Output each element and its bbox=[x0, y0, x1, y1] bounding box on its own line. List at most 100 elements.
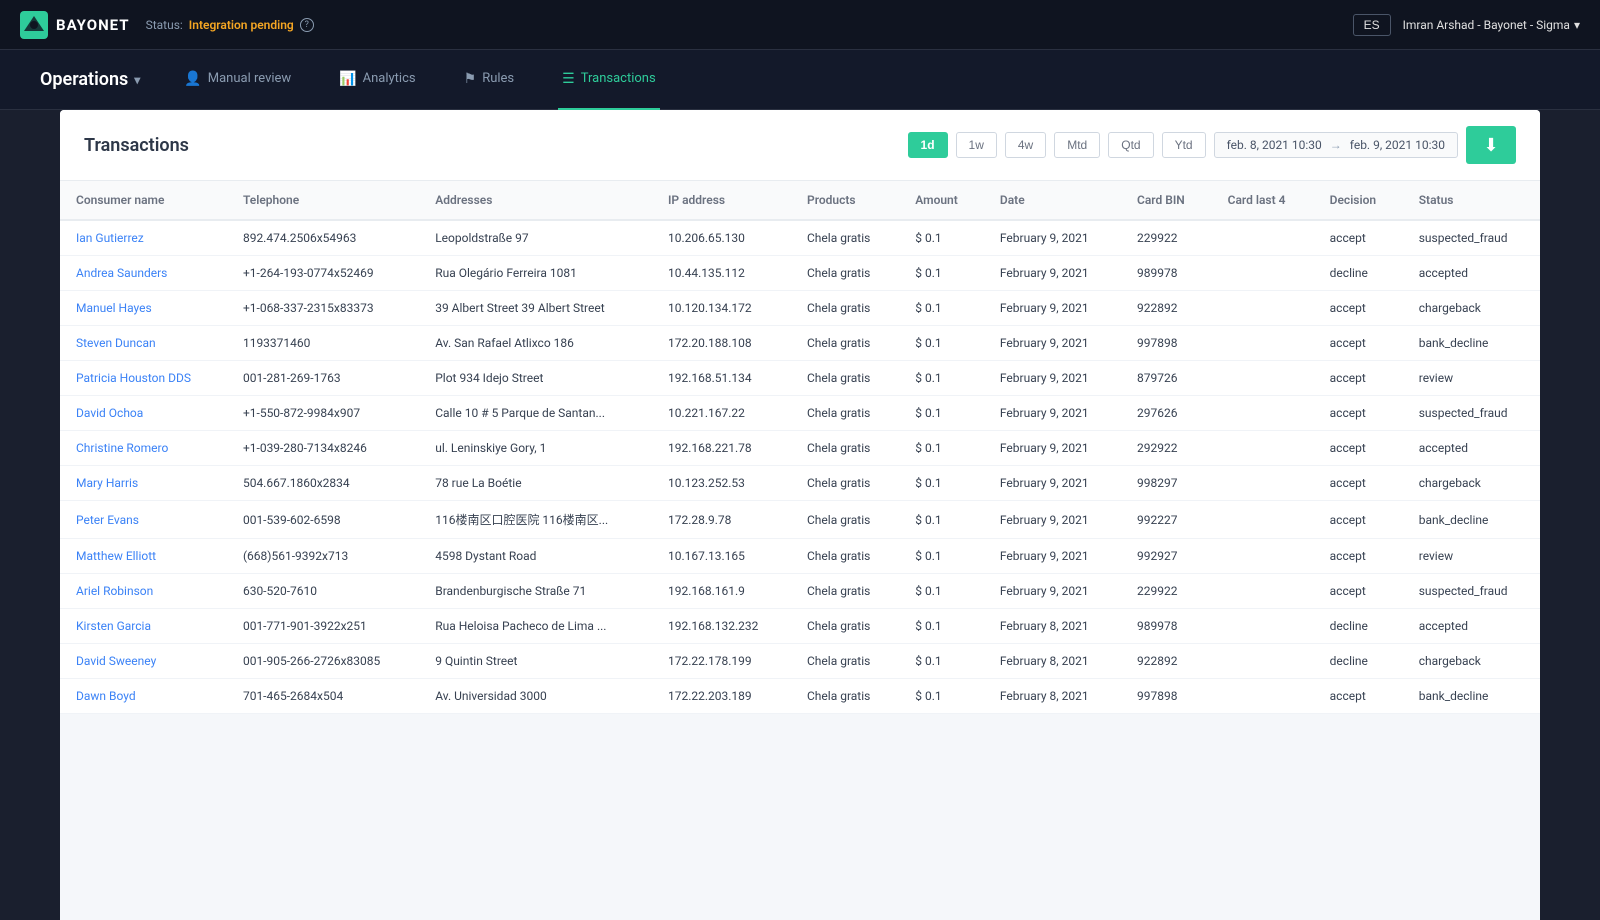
table-row[interactable]: Andrea Saunders+1-264-193-0774x52469Rua … bbox=[60, 256, 1540, 291]
cell-decision: accept bbox=[1314, 291, 1403, 326]
cell-address: 9 Quintin Street bbox=[419, 644, 652, 679]
cell-products: Chela gratis bbox=[791, 431, 899, 466]
consumer-name-link[interactable]: Ariel Robinson bbox=[76, 584, 153, 598]
cell-address: 4598 Dystant Road bbox=[419, 539, 652, 574]
cell-telephone: +1-039-280-7134x8246 bbox=[227, 431, 419, 466]
consumer-name-link[interactable]: Mary Harris bbox=[76, 476, 138, 490]
period-1d[interactable]: 1d bbox=[908, 132, 948, 158]
cell-address: Av. Universidad 3000 bbox=[419, 679, 652, 714]
nav-transactions[interactable]: ☰ Transactions bbox=[558, 50, 660, 110]
date-range[interactable]: feb. 8, 2021 10:30 → feb. 9, 2021 10:30 bbox=[1214, 132, 1458, 158]
operations-label: Operations bbox=[40, 69, 128, 90]
cell-card-last4 bbox=[1212, 466, 1314, 501]
cell-products: Chela gratis bbox=[791, 326, 899, 361]
nav-analytics[interactable]: 📊 Analytics bbox=[335, 50, 419, 110]
consumer-name-link[interactable]: Dawn Boyd bbox=[76, 689, 136, 703]
cell-status: bank_decline bbox=[1403, 679, 1540, 714]
cell-ip: 192.168.132.232 bbox=[652, 609, 791, 644]
consumer-name-link[interactable]: Patricia Houston DDS bbox=[76, 371, 191, 385]
consumer-name-link[interactable]: Ian Gutierrez bbox=[76, 231, 144, 245]
logo-area: BAYONET bbox=[20, 11, 130, 39]
cell-status: suspected_fraud bbox=[1403, 220, 1540, 256]
cell-name: Manuel Hayes bbox=[60, 291, 227, 326]
period-mtd[interactable]: Mtd bbox=[1054, 132, 1100, 158]
period-ytd[interactable]: Ytd bbox=[1162, 132, 1206, 158]
period-4w[interactable]: 4w bbox=[1005, 132, 1046, 158]
cell-card-last4 bbox=[1212, 396, 1314, 431]
cell-amount: $ 0.1 bbox=[899, 574, 984, 609]
cell-name: Ariel Robinson bbox=[60, 574, 227, 609]
table-row[interactable]: Kirsten Garcia001-771-901-3922x251Rua He… bbox=[60, 609, 1540, 644]
cell-ip: 192.168.221.78 bbox=[652, 431, 791, 466]
consumer-name-link[interactable]: Christine Romero bbox=[76, 441, 168, 455]
cell-decision: accept bbox=[1314, 361, 1403, 396]
logo-icon bbox=[20, 11, 48, 39]
cell-address: 39 Albert Street 39 Albert Street bbox=[419, 291, 652, 326]
cell-amount: $ 0.1 bbox=[899, 466, 984, 501]
cell-card-last4 bbox=[1212, 431, 1314, 466]
rules-icon: ⚑ bbox=[464, 71, 477, 87]
table-row[interactable]: Peter Evans001-539-602-6598116楼南区口腔医院 11… bbox=[60, 501, 1540, 539]
cell-amount: $ 0.1 bbox=[899, 361, 984, 396]
language-button[interactable]: ES bbox=[1353, 14, 1391, 36]
consumer-name-link[interactable]: Matthew Elliott bbox=[76, 549, 156, 563]
cell-telephone: 701-465-2684x504 bbox=[227, 679, 419, 714]
col-card-last4: Card last 4 bbox=[1212, 181, 1314, 220]
date-arrow-icon: → bbox=[1330, 138, 1342, 152]
analytics-icon: 📊 bbox=[339, 71, 356, 87]
operations-dropdown[interactable]: Operations ▾ bbox=[40, 69, 140, 90]
cell-address: 116楼南区口腔医院 116楼南区... bbox=[419, 501, 652, 539]
col-amount: Amount bbox=[899, 181, 984, 220]
period-1w[interactable]: 1w bbox=[956, 132, 997, 158]
consumer-name-link[interactable]: Manuel Hayes bbox=[76, 301, 152, 315]
cell-card-bin: 297626 bbox=[1121, 396, 1212, 431]
cell-name: David Sweeney bbox=[60, 644, 227, 679]
cell-products: Chela gratis bbox=[791, 291, 899, 326]
user-info: Imran Arshad - Bayonet - Sigma ▾ bbox=[1403, 18, 1580, 32]
table-title: Transactions bbox=[84, 135, 189, 156]
table-row[interactable]: Dawn Boyd 701-465-2684x504Av. Universidad… bbox=[60, 679, 1540, 714]
cell-products: Chela gratis bbox=[791, 256, 899, 291]
table-row[interactable]: Christine Romero+1-039-280-7134x8246ul. … bbox=[60, 431, 1540, 466]
table-row[interactable]: David Ochoa+1-550-872-9984x907Calle 10 #… bbox=[60, 396, 1540, 431]
nav-rules[interactable]: ⚑ Rules bbox=[460, 50, 519, 110]
top-nav-right: ES Imran Arshad - Bayonet - Sigma ▾ bbox=[1353, 14, 1580, 36]
cell-ip: 192.168.161.9 bbox=[652, 574, 791, 609]
cell-products: Chela gratis bbox=[791, 361, 899, 396]
table-row[interactable]: Ian Gutierrez892.474.2506x54963Leopoldst… bbox=[60, 220, 1540, 256]
consumer-name-link[interactable]: David Ochoa bbox=[76, 406, 143, 420]
consumer-name-link[interactable]: Kirsten Garcia bbox=[76, 619, 151, 633]
cell-name: Ian Gutierrez bbox=[60, 220, 227, 256]
cell-decision: decline bbox=[1314, 644, 1403, 679]
table-row[interactable]: Steven Duncan1193371460Av. San Rafael At… bbox=[60, 326, 1540, 361]
table-row[interactable]: Matthew Elliott(668)561-9392x7134598 Dys… bbox=[60, 539, 1540, 574]
col-ip: IP address bbox=[652, 181, 791, 220]
status-area: Status: Integration pending ? bbox=[146, 18, 314, 32]
help-icon[interactable]: ? bbox=[300, 18, 314, 32]
table-row[interactable]: David Sweeney001-905-266-2726x830859 Qui… bbox=[60, 644, 1540, 679]
table-row[interactable]: Patricia Houston DDS001-281-269-1763Plot… bbox=[60, 361, 1540, 396]
period-qtd[interactable]: Qtd bbox=[1108, 132, 1153, 158]
table-row[interactable]: Manuel Hayes+1-068-337-2315x8337339 Albe… bbox=[60, 291, 1540, 326]
cell-telephone: 892.474.2506x54963 bbox=[227, 220, 419, 256]
cell-name: Andrea Saunders bbox=[60, 256, 227, 291]
consumer-name-link[interactable]: Andrea Saunders bbox=[76, 266, 167, 280]
table-row[interactable]: Ariel Robinson630-520-7610Brandenburgisc… bbox=[60, 574, 1540, 609]
cell-products: Chela gratis bbox=[791, 644, 899, 679]
cell-ip: 10.44.135.112 bbox=[652, 256, 791, 291]
table-row[interactable]: Mary Harris504.667.1860x283478 rue La Bo… bbox=[60, 466, 1540, 501]
consumer-name-link[interactable]: Peter Evans bbox=[76, 513, 139, 527]
cell-status: chargeback bbox=[1403, 466, 1540, 501]
cell-telephone: 001-281-269-1763 bbox=[227, 361, 419, 396]
transactions-icon: ☰ bbox=[562, 71, 575, 87]
cell-decision: accept bbox=[1314, 220, 1403, 256]
filter-controls: 1d 1w 4w Mtd Qtd Ytd feb. 8, 2021 10:30 … bbox=[908, 126, 1516, 164]
download-icon: ⬇ bbox=[1483, 135, 1498, 156]
logo-text: BAYONET bbox=[56, 16, 130, 34]
nav-manual-review[interactable]: 👤 Manual review bbox=[180, 50, 295, 110]
main-content: Transactions 1d 1w 4w Mtd Qtd Ytd feb. 8… bbox=[60, 110, 1540, 920]
cell-date: February 9, 2021 bbox=[984, 256, 1121, 291]
consumer-name-link[interactable]: Steven Duncan bbox=[76, 336, 156, 350]
consumer-name-link[interactable]: David Sweeney bbox=[76, 654, 156, 668]
download-button[interactable]: ⬇ bbox=[1466, 126, 1516, 164]
